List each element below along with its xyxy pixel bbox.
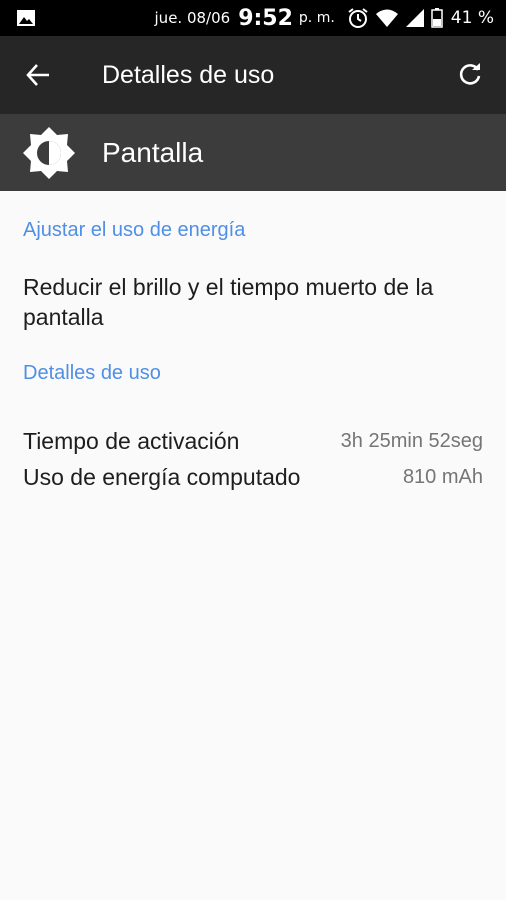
alarm-icon	[348, 8, 368, 28]
battery-icon	[431, 8, 443, 28]
status-ampm: p. m.	[298, 10, 335, 26]
detail-value: 810 mAh	[402, 465, 483, 488]
section-header-details: Detalles de uso	[23, 362, 161, 384]
status-date: jue. 08/06	[154, 9, 231, 27]
refresh-button[interactable]	[446, 51, 494, 99]
detail-label: Tiempo de activación	[23, 427, 240, 454]
header-band: Pantalla	[0, 114, 506, 191]
section-header-adjust: Ajustar el uso de energía	[23, 219, 246, 241]
detail-label: Uso de energía computado	[23, 463, 301, 490]
app-bar: Detalles de uso	[0, 36, 506, 114]
detail-value: 3h 25min 52seg	[340, 429, 483, 452]
image-icon	[17, 10, 35, 26]
refresh-icon	[459, 63, 481, 85]
detail-row-active-time: Tiempo de activación 3h 25min 52seg	[23, 424, 483, 458]
back-button[interactable]	[14, 51, 62, 99]
status-bar: jue. 08/06 9:52 p. m. 41 %	[0, 0, 506, 36]
status-time: 9:52	[238, 5, 293, 31]
status-right-group: jue. 08/06 9:52 p. m. 41 %	[155, 0, 494, 36]
battery-percent: 41 %	[450, 8, 494, 28]
signal-icon	[405, 9, 424, 27]
arrow-back-icon	[26, 64, 49, 86]
page-title: Detalles de uso	[102, 61, 275, 89]
wifi-icon	[375, 9, 398, 27]
brightness-icon	[23, 127, 75, 179]
reduce-brightness-item[interactable]: Reducir el brillo y el tiempo muerto de …	[23, 272, 493, 332]
detail-row-energy-use: Uso de energía computado 810 mAh	[23, 460, 483, 494]
header-title: Pantalla	[102, 137, 204, 168]
